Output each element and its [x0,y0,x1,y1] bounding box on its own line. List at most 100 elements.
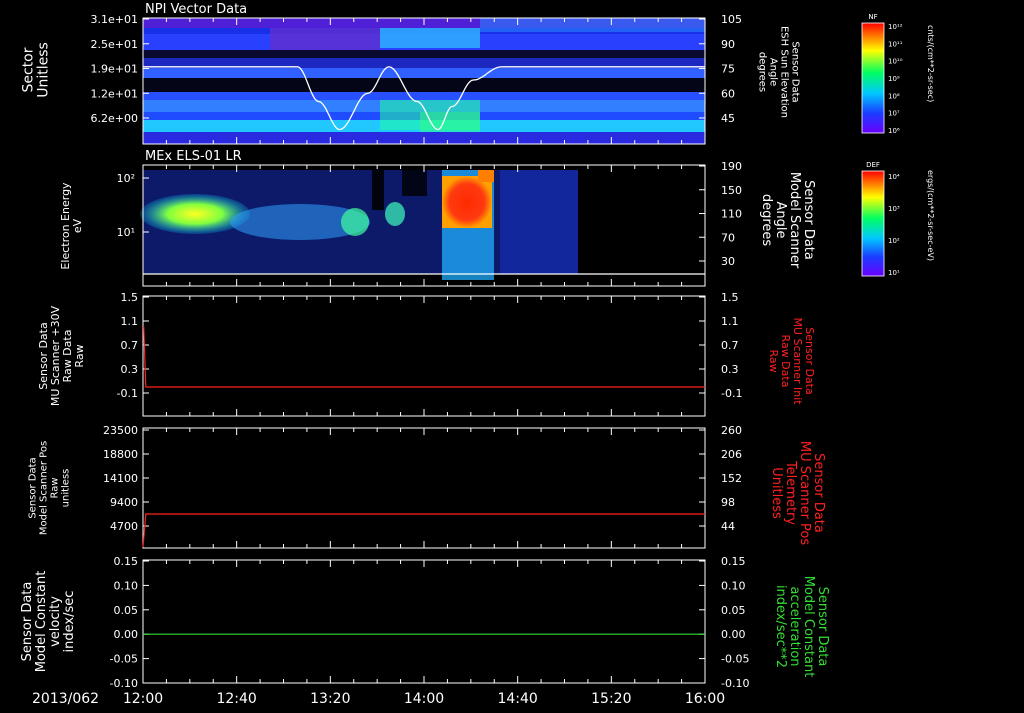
time-tick-label: 12:00 [123,691,163,707]
axis-label-line: Sector [21,47,37,92]
time-axis-ticks: 12:00 12:40 13:20 14:00 14:40 15:20 16:00 [123,691,725,707]
axis-label-line: Unitless [769,467,784,519]
time-tick-label: 15:20 [591,691,631,707]
left-tick-label: 23500 [103,424,138,437]
right-tick-label: 75 [721,63,735,76]
left-tick-label: 9400 [110,496,138,509]
axis-label-line: Angle [768,58,779,86]
line-panel-3: 23500 18800 14100 9400 4700 260 206 152 98 44 Sens… [28,424,826,549]
right-tick-label: 260 [721,424,742,437]
axis-label-line: Angle [773,202,788,239]
left-tick-label: -0.05 [110,653,138,666]
els-ylabel: Electron Energy eV [59,182,84,270]
time-tick-label: 13:20 [310,691,350,707]
right-tick-label: 152 [721,472,742,485]
axis-label-line: Raw [767,349,780,372]
plot-canvas: NPI Vector Data 3.1e+01 2.5e+01 1.9e+01 1.2… [20,2,935,707]
npi-panel: NPI Vector Data 3.1e+01 2.5e+01 1.9e+01 1.2… [21,2,801,145]
def-colorbar-units: ergs/(cm**2-sr-sec-eV) [926,170,935,261]
els-spectrogram [140,165,705,286]
left-tick-label: 14100 [103,472,138,485]
axis-label-line: Sensor Data [811,453,826,533]
right-tick-label: -0.05 [721,653,749,666]
time-tick-label: 14:40 [497,691,537,707]
axis-label-line: eV [71,218,84,233]
line-panel-4: 0.15 0.10 0.05 0.00 -0.05 -0.10 0.15 0.10 0.05 0.… [20,555,830,690]
axis-label-line: Model Constant [34,571,49,673]
colorbar-tick-label: 10¹² [888,23,903,31]
right-tick-label: 45 [721,112,735,125]
axis-label-line: Raw [50,477,61,498]
nf-colorbar: NF 10¹² 10¹¹ 10¹⁰ 10⁹ 10⁸ 10⁷ 10⁶ cnts/(cm**2-… [861,13,935,135]
right-tick-label: 1.1 [721,315,739,328]
axis-label-line: ESH Sun Elevation [779,26,790,118]
panel-frame [142,295,706,417]
time-tick-label: 12:40 [216,691,256,707]
npi-title: NPI Vector Data [145,2,247,17]
axis-label-line: Sensor Data [801,180,816,260]
colorbar-tick-label: 10⁸ [888,92,900,100]
left-tick-label: 1.1 [121,315,139,328]
nf-colorbar-title: NF [868,13,877,21]
axis-label-line: Sensor Data [815,587,830,667]
axis-label-line: Raw [73,344,86,367]
def-colorbar-ticks: 10⁴ 10³ 10² 10¹ [888,173,900,277]
left-tick-label: 1.2e+01 [91,87,138,100]
npi-right-axis-label: Sensor DataESH Sun ElevationAngledegrees [757,26,801,118]
right-tick-label: 44 [721,520,735,533]
left-tick-label: 10² [117,172,135,185]
nf-colorbar-units: cnts/(cm**2-sr-sec) [926,25,935,102]
left-tick-label: 0.05 [114,604,139,617]
colorbar-tick-label: 10³ [888,205,900,213]
els-right-axis-label: Sensor DataModel ScannerAngledegrees [759,172,816,269]
els-panel: MEx ELS-01 LR 10² 10¹ 190 150 110 70 30 Elect… [59,149,816,287]
nf-colorbar-ticks: 10¹² 10¹¹ 10¹⁰ 10⁹ 10⁸ 10⁷ 10⁶ [888,23,903,135]
npi-ylabel: Sector Unitless [21,42,52,98]
colorbar-tick-label: 10⁹ [888,75,900,83]
axis-label-line: unitless [61,469,72,508]
colorbar-tick-label: 10⁴ [888,173,900,181]
right-tick-label: 1.5 [721,291,739,304]
axis-label-line: Sensor Data [20,582,35,662]
right-tick-label: 105 [721,13,742,26]
left-tick-label: 0.00 [114,628,139,641]
right-tick-label: 190 [721,160,742,173]
axis-label-line: acceleration [787,586,802,666]
axis-label-line: Unitless [36,42,52,98]
els-title: MEx ELS-01 LR [145,149,242,164]
left-tick-label: 0.3 [121,363,139,376]
panel-frame [142,427,706,549]
axis-label-line: Sensor Data [28,457,39,518]
left-tick-label: -0.1 [117,387,138,400]
right-tick-label: 0.3 [721,363,739,376]
axis-label-line: MU Scanner Pos [797,441,812,546]
npi-spectrogram [143,18,705,144]
right-tick-label: 70 [721,231,735,244]
axis-label-line: Model Constant [801,576,816,678]
right-tick-label: -0.10 [721,677,749,690]
right-tick-label: 0.05 [721,604,746,617]
right-tick-label: 110 [721,208,742,221]
right-tick-label: 0.00 [721,628,746,641]
axis-label-line: degrees [757,52,768,92]
right-tick-label: 0.10 [721,579,746,592]
right-tick-label: 150 [721,184,742,197]
left-tick-label: -0.10 [110,677,138,690]
axis-label-line: Sensor Data [790,41,801,102]
colorbar-tick-label: 10¹⁰ [888,58,903,66]
right-tick-label: 90 [721,38,735,51]
right-tick-label: 206 [721,448,742,461]
left-tick-label: 1.5 [121,291,139,304]
axis-label-line: degrees [759,194,774,247]
time-tick-label: 14:00 [404,691,444,707]
right-tick-label: 98 [721,496,735,509]
left-tick-label: 1.9e+01 [91,63,138,76]
axis-label-line: velocity [48,596,63,647]
right-tick-label: 0.15 [721,555,746,568]
axis-label-line: Model Scanner [787,172,802,269]
left-tick-label: 0.7 [121,339,139,352]
left-tick-label: 18800 [103,448,138,461]
right-tick-label: 0.7 [721,339,739,352]
colorbar-tick-label: 10⁷ [888,110,900,118]
panel-frame [142,559,706,684]
